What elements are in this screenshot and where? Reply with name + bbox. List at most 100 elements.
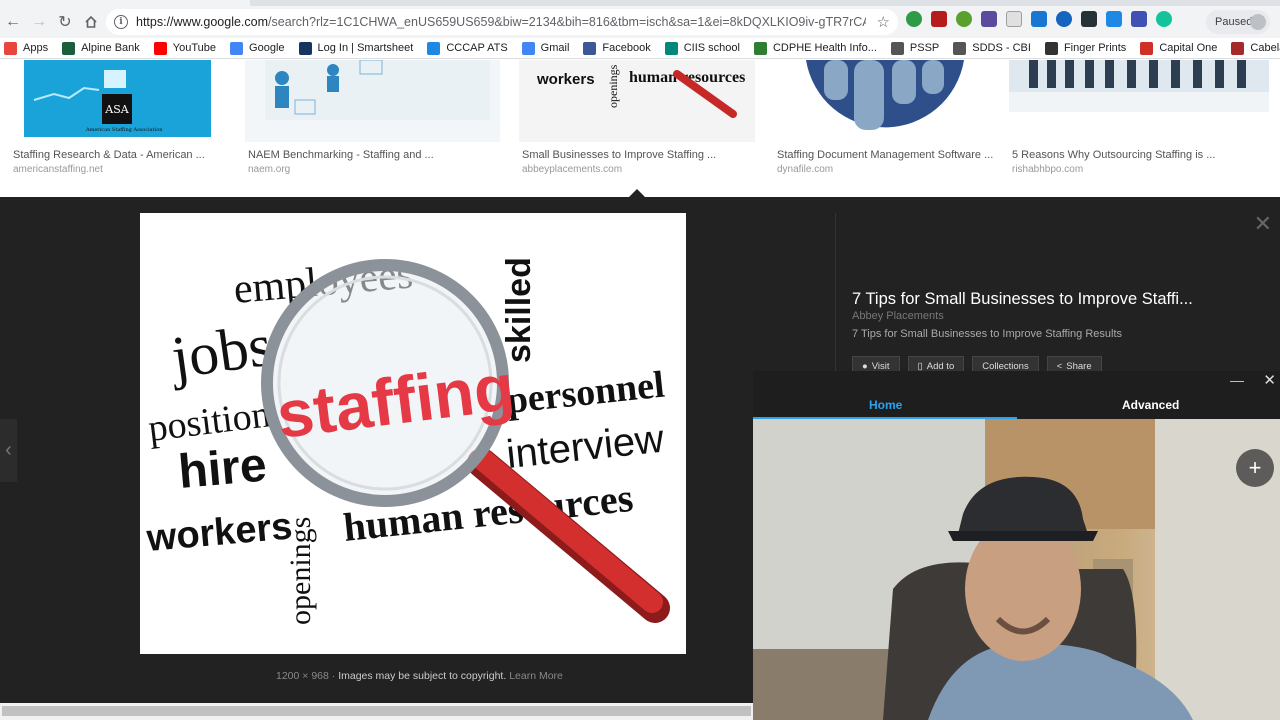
bookmark-item[interactable]: CIIS school	[664, 41, 740, 55]
result-domain: dynafile.com	[777, 164, 834, 175]
image-results-row: ASA American Staffing Association Staffi…	[0, 60, 1280, 197]
avatar-icon	[1250, 14, 1266, 30]
bookmark-item[interactable]: CDPHE Health Info...	[753, 41, 877, 55]
result-caption[interactable]: Small Businesses to Improve Staffing ...	[522, 149, 716, 161]
bookmark-label: Capital One	[1159, 42, 1218, 54]
close-icon[interactable]: ✕	[1263, 371, 1276, 389]
bookmark-item[interactable]: SDDS - CBI	[953, 41, 1031, 55]
bookmarks-bar: Apps Alpine Bank YouTube Google Log In | Sma…	[0, 38, 1280, 59]
bookmark-item[interactable]: Capital One	[1140, 41, 1218, 55]
smartsheet-icon	[298, 41, 312, 55]
bookmark-item[interactable]: Cabelas	[1231, 41, 1280, 55]
word-interview: interview	[504, 417, 666, 477]
back-arrow-icon[interactable]: ←	[0, 9, 26, 35]
bookmark-label: Gmail	[540, 42, 570, 54]
webcam-video: +	[753, 419, 1280, 720]
globe-icon	[953, 41, 967, 55]
result-caption[interactable]: Staffing Research & Data - American ...	[13, 149, 205, 161]
webcam-titlebar: — ✕ Home Advanced	[753, 371, 1280, 419]
info-icon[interactable]: i	[114, 15, 128, 29]
result-source[interactable]: Abbey Placements	[852, 310, 944, 322]
word-jobs: jobs	[166, 312, 276, 392]
bookmark-item[interactable]: Log In | Smartsheet	[298, 41, 414, 55]
reload-icon[interactable]: ↻	[52, 9, 78, 35]
tab-advanced[interactable]: Advanced	[1122, 398, 1179, 412]
home-icon[interactable]	[78, 9, 104, 35]
screen-extension-icon[interactable]	[1106, 11, 1122, 27]
google-icon	[521, 41, 535, 55]
business-people-image	[1009, 60, 1269, 112]
profile-label: Paused	[1215, 16, 1253, 28]
tab-home[interactable]: Home	[869, 398, 902, 412]
infinity-icon	[1044, 41, 1058, 55]
bookmark-label: Log In | Smartsheet	[317, 42, 414, 54]
result-title[interactable]: 7 Tips for Small Businesses to Improve S…	[852, 290, 1193, 309]
result-thumbnail-3[interactable]: workers human resources openings Small B…	[519, 60, 755, 175]
result-caption[interactable]: Staffing Document Management Software ..…	[777, 149, 993, 161]
result-domain: naem.org	[248, 164, 291, 175]
webcam-window: — ✕ Home Advanced +	[753, 371, 1280, 720]
staffing-words-thumbnail: workers human resources openings	[536, 64, 745, 118]
add-icon[interactable]: +	[1236, 449, 1274, 487]
people-icon-image	[806, 60, 964, 130]
result-thumbnail-2[interactable]: NAEM Benchmarking - Staffing and ... nae…	[245, 60, 500, 175]
preview-image[interactable]: employees jobs skilled position hire wor…	[140, 213, 686, 654]
bookmark-item[interactable]: Finger Prints	[1044, 41, 1127, 55]
bookmark-label: Finger Prints	[1063, 42, 1127, 54]
google-icon	[230, 41, 244, 55]
webcam-person-image	[753, 419, 1280, 720]
result-caption[interactable]: 5 Reasons Why Outsourcing Staffing is ..…	[1012, 149, 1215, 161]
plus-extension-icon[interactable]	[1056, 11, 1072, 27]
bookmark-item[interactable]: PSSP	[890, 41, 939, 55]
asa-logo: ASA	[102, 94, 132, 124]
bookmark-item[interactable]: YouTube	[153, 41, 216, 55]
result-thumbnail-5[interactable]: 5 Reasons Why Outsourcing Staffing is ..…	[1009, 60, 1269, 175]
purple-extension-icon[interactable]	[981, 11, 997, 27]
url-text[interactable]: https://www.google.com/search?rlz=1C1CHW…	[136, 15, 866, 29]
bookmark-item[interactable]: Google	[230, 41, 285, 55]
facebook-icon	[583, 41, 597, 55]
forward-arrow-icon[interactable]: →	[26, 9, 52, 35]
check-extension-icon[interactable]	[906, 11, 922, 27]
horizontal-scrollbar[interactable]	[0, 703, 753, 720]
bookmark-item[interactable]: Alpine Bank	[62, 41, 140, 55]
bookmark-item[interactable]: Facebook	[583, 41, 651, 55]
result-thumbnail-1[interactable]: ASA American Staffing Association Staffi…	[10, 60, 226, 175]
bookmark-item[interactable]: Gmail	[521, 41, 570, 55]
bookmark-star-icon[interactable]: ☆	[877, 13, 890, 31]
bookmark-item[interactable]: Apps	[4, 41, 48, 55]
bookmark-label: CDPHE Health Info...	[772, 42, 877, 54]
calendar-extension-icon[interactable]	[1031, 11, 1047, 27]
cabelas-icon	[1231, 41, 1245, 55]
chevron-left-icon[interactable]: ‹	[0, 419, 17, 482]
result-domain: americanstaffing.net	[13, 164, 103, 175]
globe-icon: ●	[862, 360, 868, 372]
youtube-icon	[153, 41, 167, 55]
copyright-notice: Images may be subject to copyright.	[338, 670, 507, 682]
grammarly-icon[interactable]	[1156, 11, 1172, 27]
address-bar[interactable]: i https://www.google.com/search?rlz=1C1C…	[106, 9, 898, 35]
profile-button[interactable]: Paused	[1206, 10, 1270, 34]
word-hire: hire	[176, 438, 268, 498]
asa-image: ASA American Staffing Association	[24, 60, 211, 137]
scrollbar-thumb[interactable]	[2, 706, 751, 716]
learn-more-link[interactable]: Learn More	[509, 670, 563, 682]
pdf-extension-icon[interactable]	[931, 11, 947, 27]
green-extension-icon[interactable]	[956, 11, 972, 27]
asa-subtitle: American Staffing Association	[86, 127, 163, 133]
share-icon: <	[1056, 360, 1063, 372]
bookmark-label: Alpine Bank	[81, 42, 140, 54]
ciis-icon	[664, 41, 678, 55]
network-people-image	[265, 60, 490, 120]
bookmark-label: Cabelas	[1250, 42, 1280, 54]
image-meta: 1200 × 968 · Images may be subject to co…	[276, 670, 563, 682]
minimize-icon[interactable]: —	[1230, 372, 1244, 388]
dots-extension-icon[interactable]	[1081, 11, 1097, 27]
bookmark-item[interactable]: CCCAP ATS	[427, 41, 508, 55]
copy-extension-icon[interactable]	[1006, 11, 1022, 27]
close-icon[interactable]: ✕	[1254, 213, 1272, 235]
result-thumbnail-4[interactable]: Staffing Document Management Software ..…	[774, 60, 993, 175]
result-caption[interactable]: NAEM Benchmarking - Staffing and ...	[248, 149, 434, 161]
mail-extension-icon[interactable]	[1131, 11, 1147, 27]
bookmark-label: Google	[249, 42, 285, 54]
